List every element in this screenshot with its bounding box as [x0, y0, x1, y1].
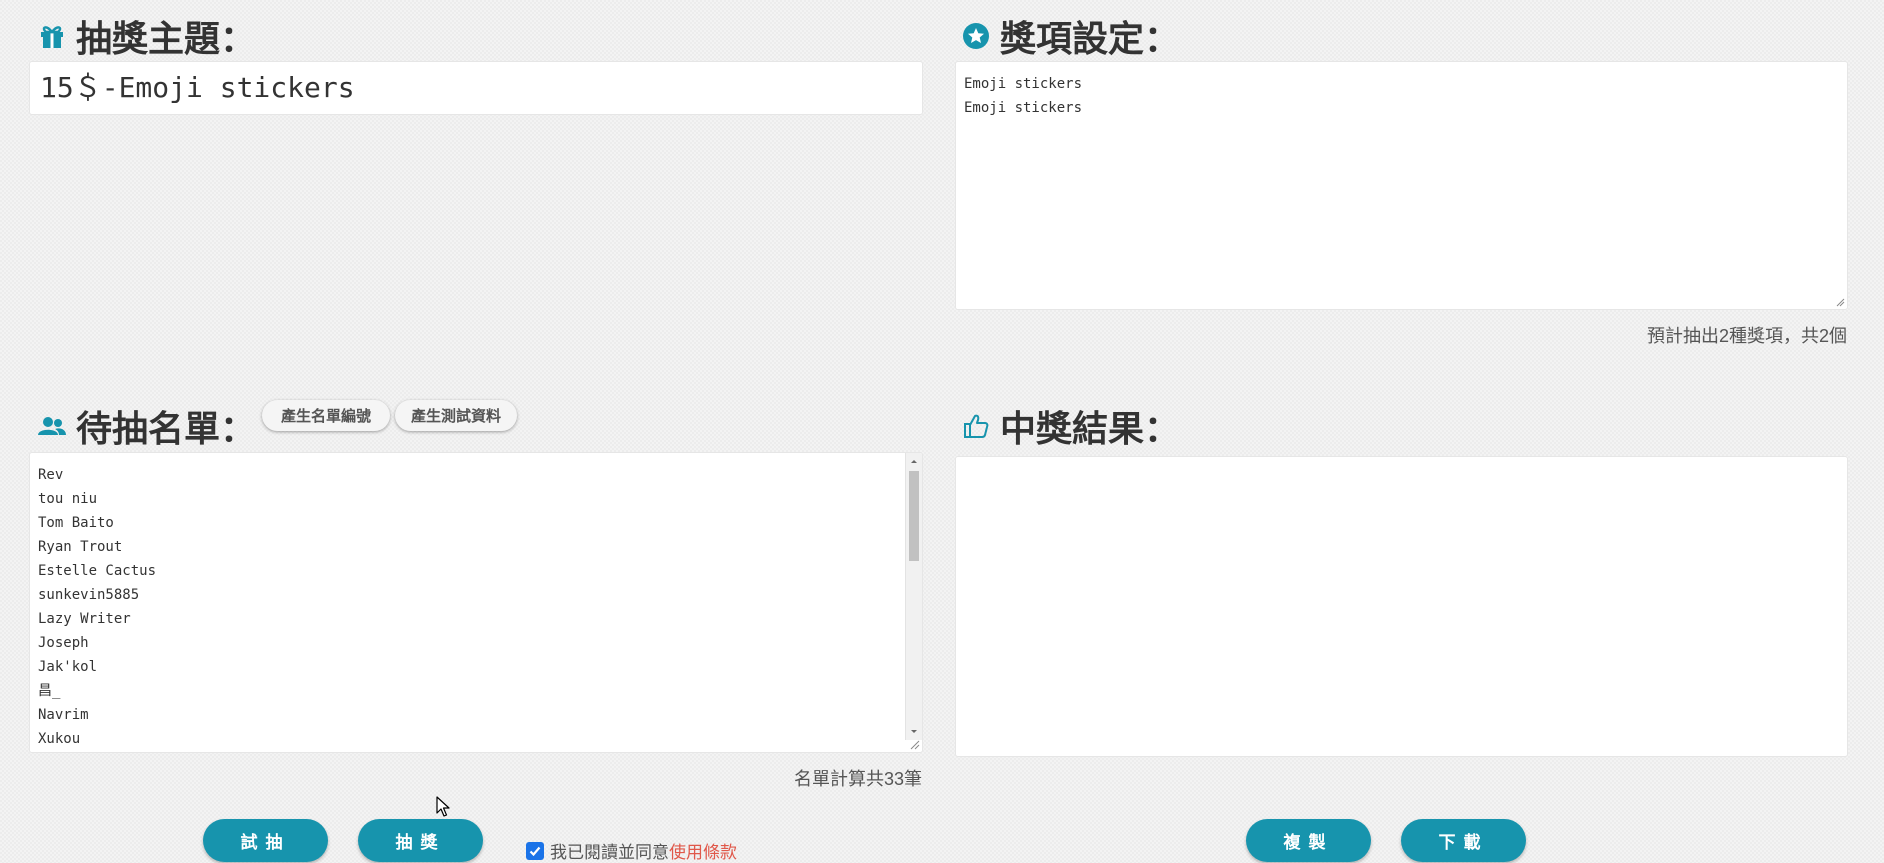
results-heading: 中獎結果： [960, 400, 1180, 452]
scrollbar-thumb[interactable] [909, 471, 919, 561]
list-item: sunkevin5885 [38, 587, 140, 603]
generate-test-data-button[interactable]: 產生測試資料 [395, 400, 517, 431]
scroll-up-icon[interactable] [906, 455, 922, 467]
prize-settings-textarea[interactable]: Emoji stickers Emoji stickers [955, 61, 1848, 310]
names-scrollbar[interactable] [905, 453, 922, 740]
resize-handle-icon[interactable] [908, 738, 920, 750]
list-item: Tom Baito [38, 515, 114, 531]
scroll-down-icon[interactable] [906, 726, 922, 738]
download-button[interactable]: 下載 [1401, 819, 1526, 862]
prize-summary: 預計抽出2種獎項，共2個 [1646, 326, 1847, 346]
mouse-cursor-icon [436, 796, 450, 817]
prizes-heading-text: 獎項設定： [1000, 19, 1181, 60]
topic-heading: 抽獎主題： [36, 10, 256, 62]
check-icon [529, 846, 541, 856]
names-count: 名單計算共33筆 [793, 769, 922, 789]
list-item: tou niu [38, 491, 98, 507]
names-heading-text: 待抽名單： [76, 409, 257, 450]
terms-agreement: 我已閱讀並同意 使用條款 [526, 838, 737, 863]
generate-numbers-button[interactable]: 產生名單編號 [262, 400, 390, 431]
terms-checkbox[interactable] [526, 841, 544, 860]
draw-label: 抽獎 [395, 833, 446, 853]
gift-icon [36, 20, 68, 52]
copy-button[interactable]: 複製 [1246, 819, 1371, 862]
results-heading-text: 中獎結果： [1000, 409, 1181, 450]
generate-numbers-label: 產生名單編號 [280, 407, 371, 425]
trial-draw-button[interactable]: 試抽 [203, 819, 328, 862]
generate-test-data-label: 產生測試資料 [410, 407, 501, 425]
list-item: Jak'kol [38, 659, 98, 675]
topic-input-value: 15＄-Emoji stickers [40, 71, 355, 104]
star-circle-icon [960, 20, 992, 52]
resize-handle-icon[interactable] [1835, 297, 1845, 307]
list-item: 昌_ [38, 683, 61, 699]
terms-text: 我已閱讀並同意 [550, 843, 669, 862]
names-heading: 待抽名單： [36, 400, 256, 452]
users-icon [36, 410, 68, 442]
list-item: Lazy Writer [38, 611, 131, 627]
topic-heading-text: 抽獎主題： [76, 19, 257, 60]
list-item: Ryan Trout [38, 539, 123, 555]
list-item: Xukou [38, 731, 81, 747]
prize-line: Emoji stickers [964, 100, 1083, 116]
copy-label: 複製 [1283, 833, 1334, 853]
list-item: Joseph [38, 635, 89, 651]
list-item: Estelle Cactus [38, 563, 157, 579]
topic-input[interactable]: 15＄-Emoji stickers [29, 61, 923, 115]
prize-line: Emoji stickers [964, 76, 1083, 92]
download-label: 下載 [1438, 833, 1489, 853]
thumbs-up-icon [960, 410, 992, 442]
list-item: Rev [38, 467, 64, 483]
results-output[interactable] [955, 456, 1848, 757]
names-textarea[interactable]: Rev tou niu Tom Baito Ryan Trout Estelle… [29, 452, 923, 753]
draw-button[interactable]: 抽獎 [358, 819, 483, 862]
list-item: Navrim [38, 707, 89, 723]
prizes-heading: 獎項設定： [960, 10, 1180, 62]
terms-link[interactable]: 使用條款 [669, 838, 737, 863]
trial-draw-label: 試抽 [240, 833, 291, 853]
